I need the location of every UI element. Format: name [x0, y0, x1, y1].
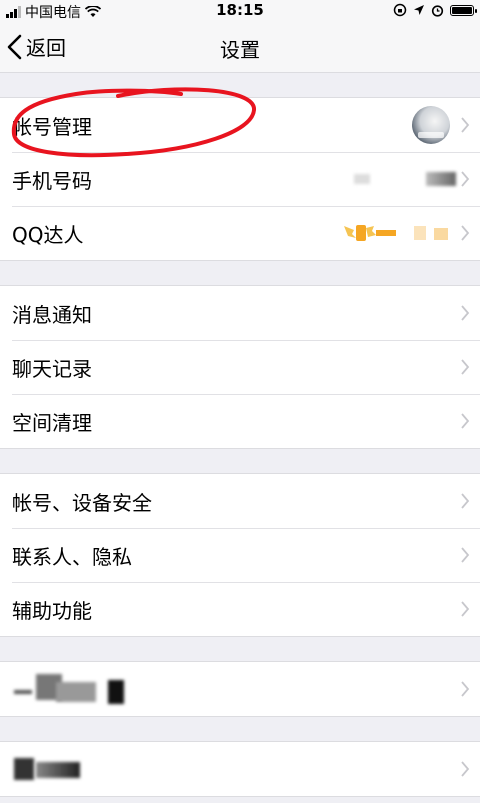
chevron-right-icon	[461, 681, 470, 697]
chevron-right-icon	[461, 225, 470, 241]
chevron-right-icon	[461, 305, 470, 321]
row-label: 消息通知	[12, 302, 92, 327]
chevron-right-icon	[461, 547, 470, 563]
row-masked-item[interactable]	[0, 662, 480, 716]
settings-group-masked-about	[0, 741, 480, 797]
masked-phone-number	[354, 174, 370, 184]
chevron-right-icon	[461, 413, 470, 429]
status-bar: 中国电信 18:15	[0, 0, 480, 22]
battery-icon	[450, 4, 477, 16]
avatar	[412, 106, 450, 144]
masked-label-block	[108, 680, 124, 704]
settings-group-masked	[0, 661, 480, 717]
chevron-right-icon	[461, 171, 470, 187]
settings-group-account: 帐号管理 手机号码 QQ达人	[0, 97, 480, 261]
row-chat-history[interactable]: 聊天记录	[0, 340, 480, 394]
row-account-security[interactable]: 帐号、设备安全	[0, 474, 480, 528]
navigation-bar: 返回 设置	[0, 22, 480, 73]
row-label: 空间清理	[12, 410, 92, 435]
row-accessibility[interactable]: 辅助功能	[0, 582, 480, 636]
chevron-right-icon	[461, 493, 470, 509]
row-label: 帐号、设备安全	[12, 490, 152, 515]
settings-group-messages: 消息通知 聊天记录 空间清理	[0, 285, 480, 449]
row-label: 聊天记录	[12, 356, 92, 381]
row-contacts-privacy[interactable]: 联系人、隐私	[0, 528, 480, 582]
masked-label-block	[36, 762, 80, 778]
winged-badge-icon	[344, 225, 448, 241]
qq-daren-badge	[342, 222, 452, 244]
chevron-right-icon	[461, 601, 470, 617]
chevron-right-icon	[461, 117, 470, 133]
row-notifications[interactable]: 消息通知	[0, 286, 480, 340]
row-label: 手机号码	[12, 168, 92, 193]
page-title: 设置	[220, 38, 260, 62]
masked-phone-number-tail	[426, 172, 456, 186]
chevron-right-icon	[461, 761, 470, 777]
row-phone-number[interactable]: 手机号码	[0, 152, 480, 206]
row-label: 联系人、隐私	[12, 544, 132, 569]
chevron-right-icon	[461, 359, 470, 375]
row-label: QQ达人	[12, 222, 84, 247]
row-account-management[interactable]: 帐号管理	[0, 98, 480, 152]
masked-label	[14, 690, 32, 694]
row-masked-about[interactable]	[0, 742, 480, 796]
location-icon	[414, 5, 424, 15]
row-space-cleanup[interactable]: 空间清理	[0, 394, 480, 448]
masked-label-block	[56, 682, 96, 702]
rotation-lock-icon	[393, 3, 407, 17]
row-label: 帐号管理	[12, 114, 92, 139]
masked-label	[14, 758, 34, 780]
row-qq-daren[interactable]: QQ达人	[0, 206, 480, 260]
status-right	[393, 3, 477, 17]
alarm-icon	[431, 4, 444, 17]
row-label: 辅助功能	[12, 598, 92, 623]
settings-group-security: 帐号、设备安全 联系人、隐私 辅助功能	[0, 473, 480, 637]
